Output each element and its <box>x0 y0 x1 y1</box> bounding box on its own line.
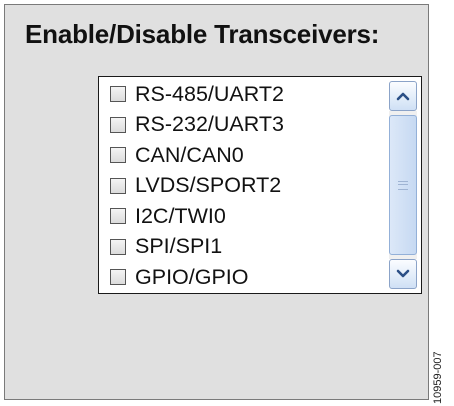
transceiver-listbox[interactable]: RS-485/UART2 RS-232/UART3 CAN/CAN0 LVDS/… <box>98 76 422 294</box>
scroll-up-button[interactable] <box>389 81 417 111</box>
rs232-checkbox[interactable] <box>110 116 126 133</box>
grip-icon <box>398 180 408 190</box>
panel-title: Enable/Disable Transceivers: <box>25 19 380 49</box>
list-item-rs485[interactable]: RS-485/UART2 <box>99 79 383 110</box>
chevron-down-icon <box>396 269 410 278</box>
list-item-label: GPIO/GPIO <box>135 264 249 289</box>
gpio-checkbox[interactable] <box>110 269 126 286</box>
i2c-checkbox[interactable] <box>110 208 126 225</box>
transceiver-panel: Enable/Disable Transceivers: RS-485/UART… <box>4 4 429 400</box>
rs485-checkbox[interactable] <box>110 86 126 103</box>
scroll-down-button[interactable] <box>389 259 417 289</box>
list-item-gpio[interactable]: GPIO/GPIO <box>99 262 383 293</box>
list-item-label: RS-232/UART3 <box>135 112 284 137</box>
transceiver-list: RS-485/UART2 RS-232/UART3 CAN/CAN0 LVDS/… <box>99 79 383 293</box>
list-item-label: SPI/SPI1 <box>135 234 223 259</box>
scrollbar-thumb[interactable] <box>389 115 417 255</box>
figure-id: 10959-007 <box>432 351 444 404</box>
list-item-label: I2C/TWI0 <box>135 203 226 228</box>
can-checkbox[interactable] <box>110 147 126 164</box>
lvds-checkbox[interactable] <box>110 177 126 194</box>
spi-checkbox[interactable] <box>110 238 126 255</box>
list-item-label: LVDS/SPORT2 <box>135 173 282 198</box>
list-item-label: CAN/CAN0 <box>135 142 244 167</box>
list-item-rs232[interactable]: RS-232/UART3 <box>99 110 383 141</box>
chevron-up-icon <box>396 92 410 101</box>
vertical-scrollbar[interactable] <box>389 81 417 289</box>
list-item-label: RS-485/UART2 <box>135 81 284 106</box>
list-item-i2c[interactable]: I2C/TWI0 <box>99 201 383 232</box>
list-item-lvds[interactable]: LVDS/SPORT2 <box>99 171 383 202</box>
list-item-can[interactable]: CAN/CAN0 <box>99 140 383 171</box>
list-item-spi[interactable]: SPI/SPI1 <box>99 232 383 263</box>
